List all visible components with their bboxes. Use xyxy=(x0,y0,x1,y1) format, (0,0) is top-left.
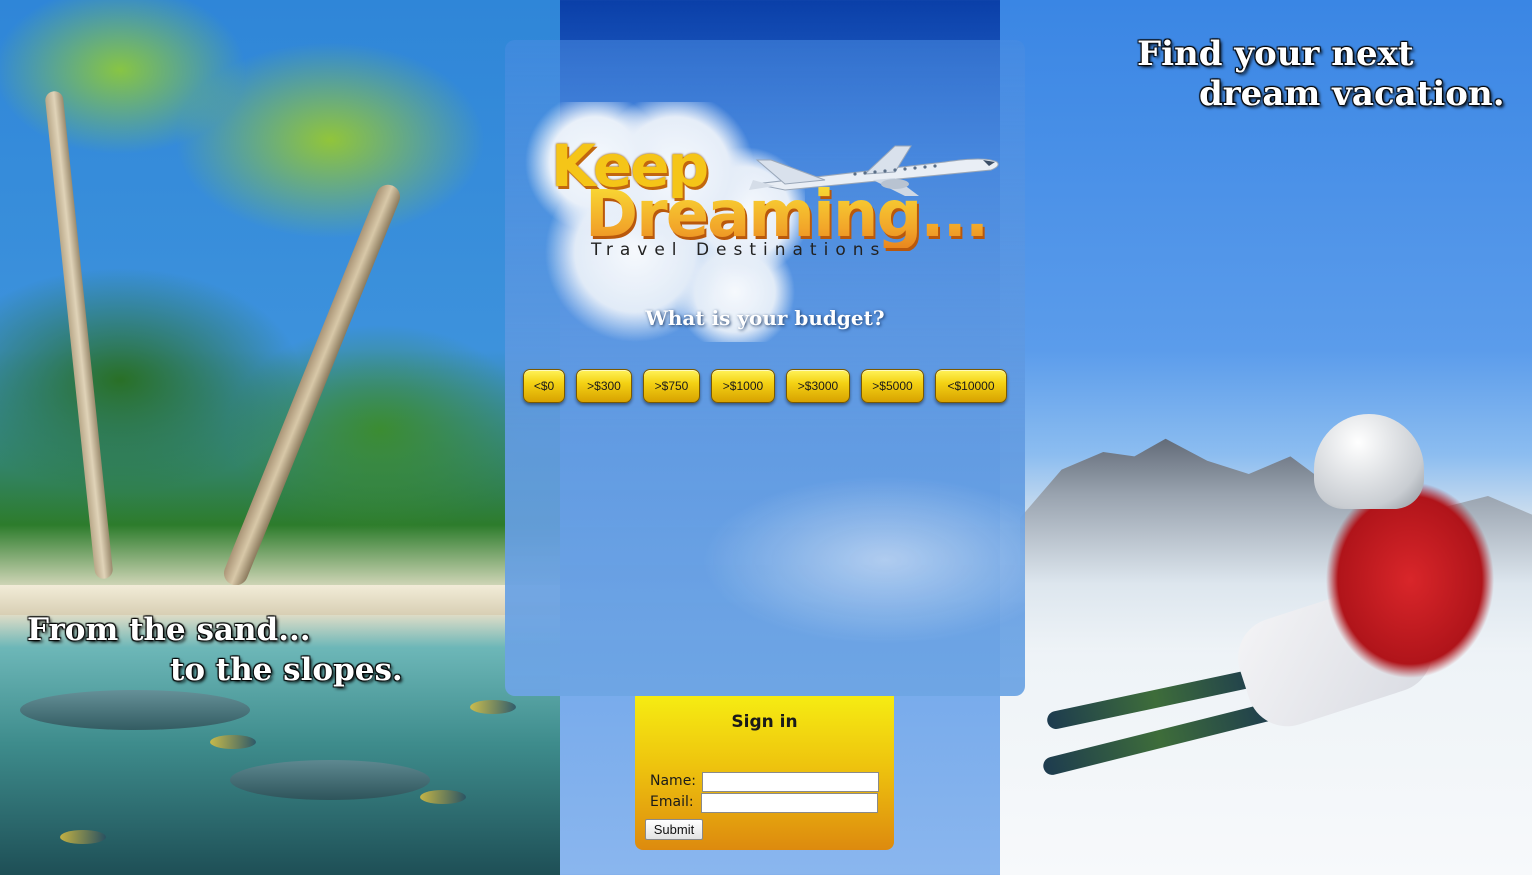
shark-shape xyxy=(20,690,250,730)
logo-subtitle: Travel Destinations xyxy=(591,240,887,260)
fish-shape xyxy=(470,700,516,714)
email-label: Email: xyxy=(650,794,694,810)
budget-button-3000[interactable]: >$3000 xyxy=(786,369,850,403)
headline-from-the-sand: From the sand... xyxy=(27,612,311,648)
fish-shape xyxy=(420,790,466,804)
budget-button-300[interactable]: >$300 xyxy=(576,369,632,403)
fish-shape xyxy=(210,735,256,749)
budget-button-10000[interactable]: <$10000 xyxy=(935,369,1007,403)
budget-button-5000[interactable]: >$5000 xyxy=(861,369,924,403)
budget-question: What is your budget? xyxy=(645,306,885,330)
ski-background-image xyxy=(1000,0,1532,875)
budget-button-750[interactable]: >$750 xyxy=(643,369,700,403)
submit-button[interactable]: Submit xyxy=(645,819,703,840)
headline-dream-vacation: dream vacation. xyxy=(1199,74,1505,114)
signin-title: Sign in xyxy=(731,712,798,732)
budget-button-1000[interactable]: >$1000 xyxy=(711,369,775,403)
fish-shape xyxy=(60,830,106,844)
signin-form: Sign in Name: Email: Submit xyxy=(635,696,894,850)
headline-to-the-slopes: to the slopes. xyxy=(170,652,403,688)
shark-shape xyxy=(230,760,430,800)
email-input[interactable] xyxy=(701,793,878,813)
headline-find-your-next: Find your next xyxy=(1137,34,1414,74)
palm-trunk xyxy=(44,90,114,580)
palm-trunk xyxy=(220,181,404,589)
name-input[interactable] xyxy=(702,772,879,792)
beach-background-image xyxy=(0,0,560,875)
airplane-icon xyxy=(749,145,999,196)
name-label: Name: xyxy=(650,773,697,789)
budget-button-0[interactable]: <$0 xyxy=(523,369,565,403)
